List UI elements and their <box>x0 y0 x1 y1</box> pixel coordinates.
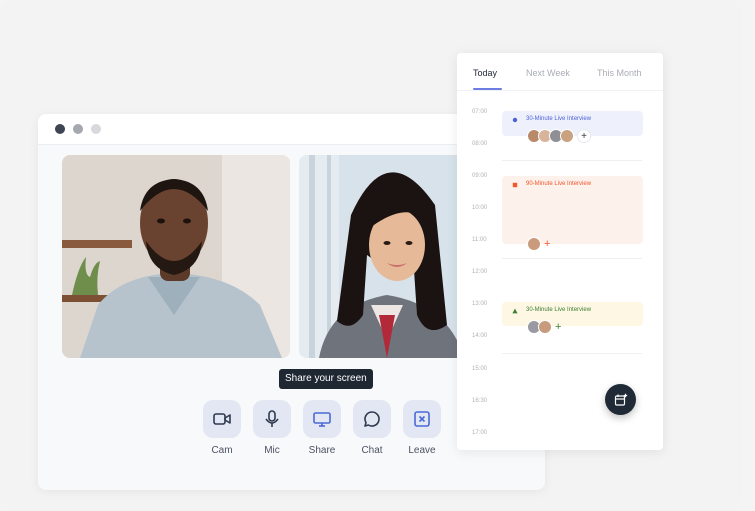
leave-x-icon <box>414 411 430 427</box>
calendar-event[interactable]: 30-Minute Live Interview <box>502 302 643 326</box>
microphone-icon <box>265 410 279 427</box>
cam-label: Cam <box>211 445 233 456</box>
share-label: Share <box>308 445 336 456</box>
mic-control[interactable]: Mic <box>253 400 291 456</box>
time-label: 07:00 <box>472 109 488 115</box>
event-attendees: + <box>527 129 591 143</box>
share-screen-tooltip: Share your screen <box>279 369 373 389</box>
time-label: 16:30 <box>472 398 488 404</box>
calendar-event[interactable]: 90-Minute Live Interview <box>502 176 643 244</box>
tab-next-week[interactable]: Next Week <box>526 68 570 78</box>
event-attendees: + <box>527 320 561 334</box>
window-control-dot[interactable] <box>91 124 101 134</box>
time-label: 14:00 <box>472 333 488 339</box>
time-label: 08:00 <box>472 141 488 147</box>
tabs-divider <box>457 90 663 91</box>
calendar-panel: Today Next Week This Month 07:00 08:00 0… <box>457 53 663 450</box>
window-control-dot[interactable] <box>55 124 65 134</box>
window-control-dot[interactable] <box>73 124 83 134</box>
participant-video-man <box>62 155 290 358</box>
avatar[interactable] <box>538 320 552 334</box>
event-title: 30-Minute Live Interview <box>526 307 592 313</box>
event-attendees: + <box>527 237 550 251</box>
time-label: 09:00 <box>472 173 488 179</box>
avatar[interactable] <box>560 129 574 143</box>
cam-button[interactable] <box>203 400 241 438</box>
chat-label: Chat <box>361 445 383 456</box>
participant-video-woman <box>299 155 469 358</box>
add-event-button[interactable] <box>605 384 636 415</box>
share-control[interactable]: Share <box>303 400 341 456</box>
circle-marker-icon <box>512 117 518 123</box>
event-title: 30-Minute Live Interview <box>526 116 592 122</box>
page-background: Share your screen Cam Mic Share Chat Lea… <box>0 0 742 511</box>
calendar-add-icon <box>614 393 627 406</box>
screen-share-icon <box>313 412 331 427</box>
participant-video-tile[interactable] <box>62 155 290 358</box>
chat-bubble-icon <box>364 411 380 427</box>
chat-button[interactable] <box>353 400 391 438</box>
time-label: 11:00 <box>472 237 487 243</box>
avatar[interactable] <box>527 237 541 251</box>
event-title: 90-Minute Live Interview <box>526 181 592 187</box>
time-label: 15:00 <box>472 366 488 372</box>
mic-button[interactable] <box>253 400 291 438</box>
tab-today[interactable]: Today <box>473 68 497 78</box>
leave-button[interactable] <box>403 400 441 438</box>
participant-video-tile[interactable] <box>299 155 469 358</box>
add-attendee-button[interactable]: + <box>577 129 591 143</box>
square-marker-icon <box>512 182 518 188</box>
add-attendee-button[interactable]: + <box>544 238 550 250</box>
leave-label: Leave <box>408 445 436 456</box>
time-label: 10:00 <box>472 205 488 211</box>
triangle-marker-icon <box>512 308 518 314</box>
tab-this-month[interactable]: This Month <box>597 68 642 78</box>
calendar-tabs: Today Next Week This Month <box>457 53 663 93</box>
share-button[interactable] <box>303 400 341 438</box>
camera-icon <box>213 413 231 425</box>
grid-line <box>502 160 642 161</box>
add-attendee-button[interactable]: + <box>555 321 561 333</box>
cam-control[interactable]: Cam <box>203 400 241 456</box>
time-label: 17:00 <box>472 430 488 436</box>
chat-control[interactable]: Chat <box>353 400 391 456</box>
grid-line <box>502 258 642 259</box>
time-label: 12:00 <box>472 269 488 275</box>
leave-control[interactable]: Leave <box>403 400 441 456</box>
mic-label: Mic <box>264 445 280 456</box>
time-label: 13:00 <box>472 301 488 307</box>
grid-line <box>502 353 642 354</box>
